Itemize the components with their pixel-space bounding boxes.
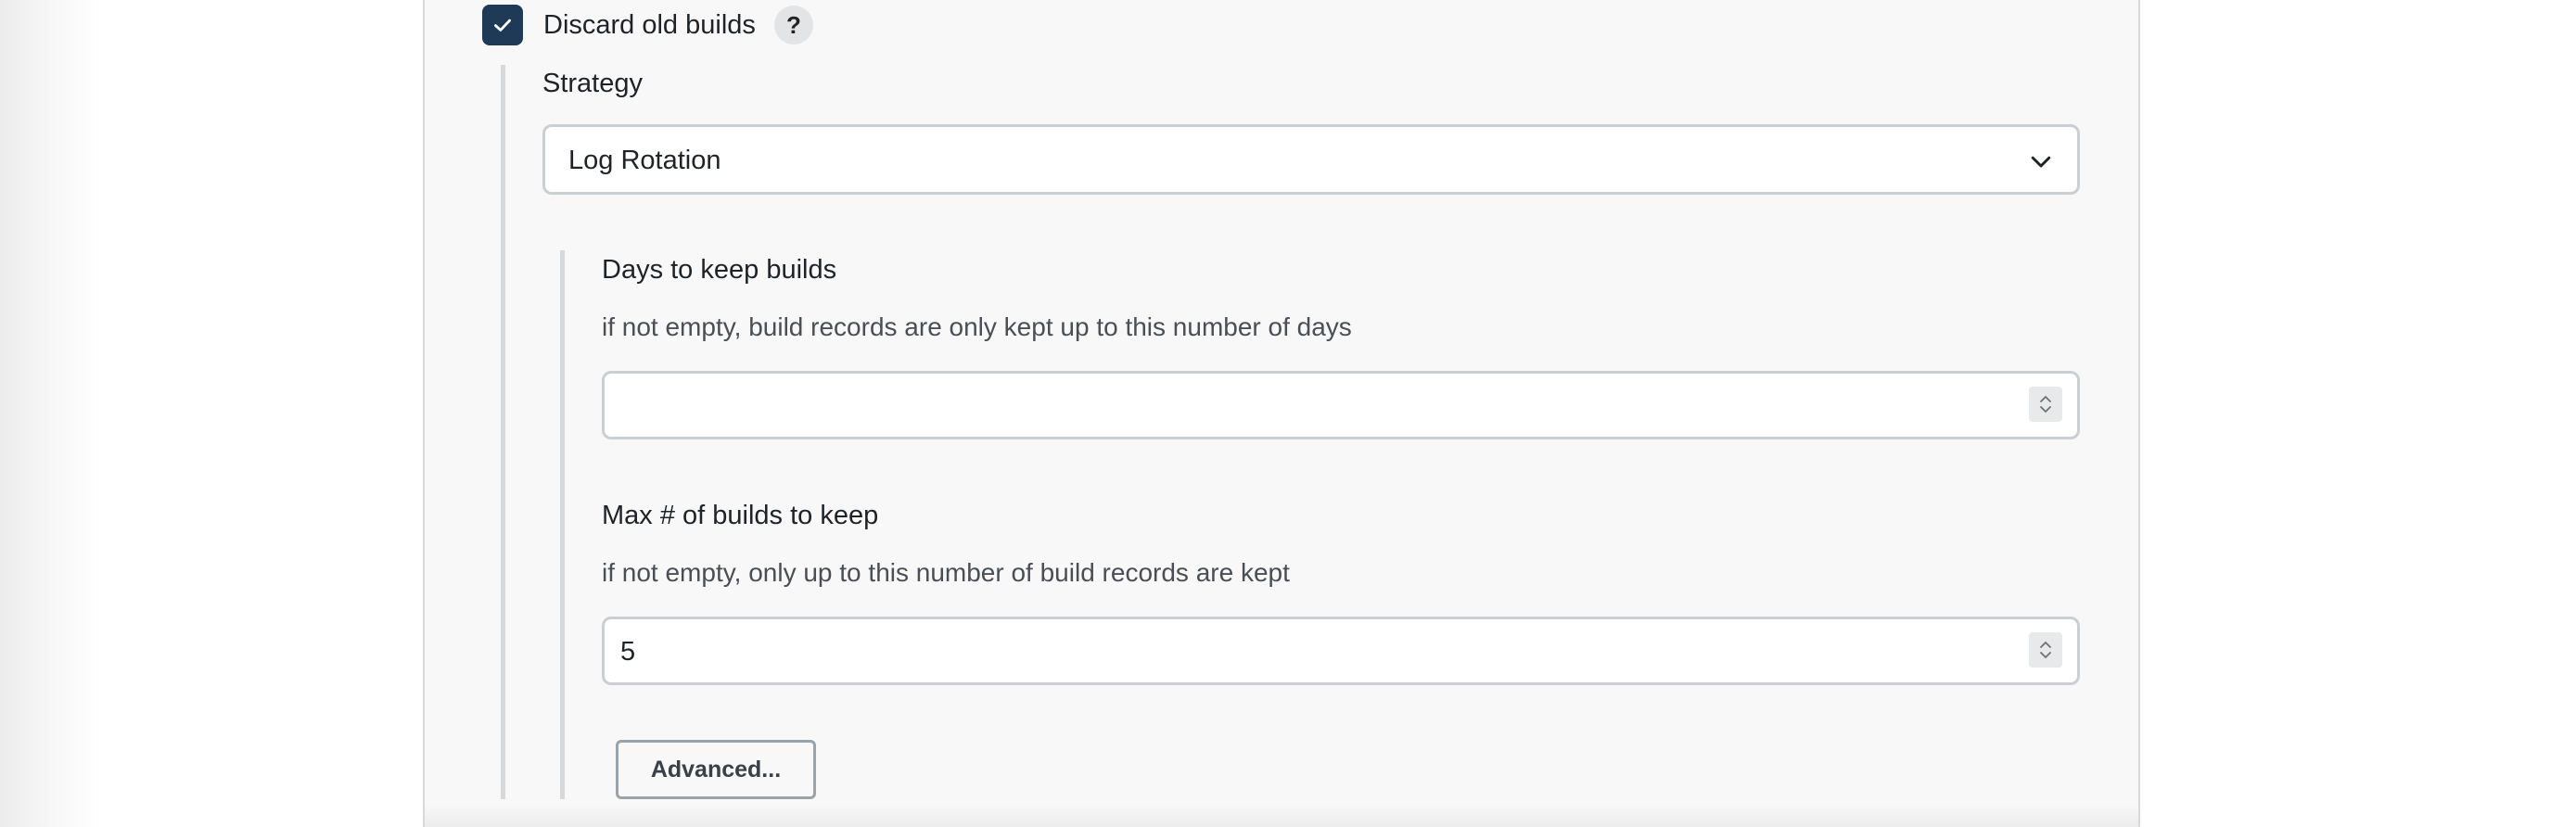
chevron-up-icon[interactable] [2037,639,2054,650]
checkmark-icon [494,19,511,32]
panel-bottom-shadow [425,805,2138,827]
strategy-label: Strategy [542,69,643,98]
max-builds-description: if not empty, only up to this number of … [602,558,1290,587]
chevron-down-icon[interactable] [2037,650,2054,661]
days-to-keep-description: if not empty, build records are only kep… [602,312,1352,341]
nested-section-bar [501,65,505,799]
discard-old-builds-checkbox[interactable] [482,5,523,45]
discard-old-builds-label[interactable]: Discard old builds [543,9,756,41]
help-icon[interactable]: ? [774,6,813,45]
max-builds-label: Max # of builds to keep [602,501,879,530]
days-to-keep-input[interactable] [602,371,2080,439]
jenkins-job-config-page: Discard old builds ? Strategy Log Rotati… [0,0,2576,827]
side-shadow [0,0,102,827]
nested-subsection-bar [560,250,565,799]
number-spinner[interactable] [2029,632,2062,668]
days-to-keep-label: Days to keep builds [602,255,837,285]
strategy-select[interactable]: Log Rotation [542,124,2080,195]
chevron-down-icon [2031,156,2051,168]
number-spinner[interactable] [2029,387,2062,422]
chevron-down-icon[interactable] [2037,404,2054,415]
chevron-up-icon[interactable] [2037,393,2054,404]
max-builds-input[interactable]: 5 [602,617,2080,685]
max-builds-value: 5 [620,637,636,667]
strategy-selected-value: Log Rotation [568,146,721,175]
advanced-button[interactable]: Advanced... [616,740,816,799]
